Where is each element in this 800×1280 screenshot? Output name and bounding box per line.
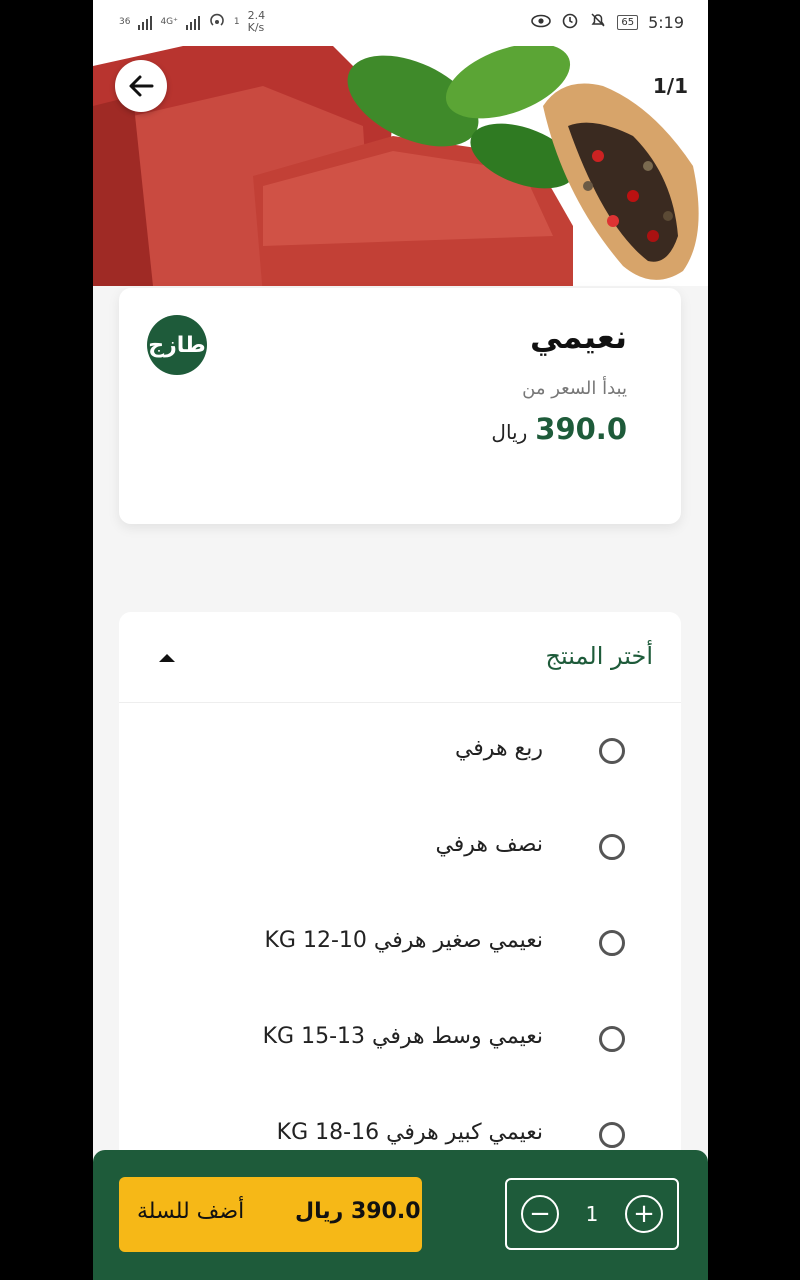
status-bar: 36 4G⁺ 1 2.4 K/s 65 5:19: [93, 0, 708, 46]
app-screen: 36 4G⁺ 1 2.4 K/s 65 5:19 1/1 طازج نعيمي …: [93, 0, 708, 1280]
hotspot-icon: [208, 12, 226, 32]
cart-bar: 390.0 ريال أضف للسلة − 1 +: [93, 1150, 708, 1280]
price-value: 390.0: [535, 412, 627, 446]
option-label: نعيمي وسط هرفي 13-15 KG: [262, 1024, 543, 1049]
eye-icon: [531, 13, 552, 32]
options-title: أختر المنتج: [545, 642, 653, 670]
option-label: نعيمي صغير هرفي 10-12 KG: [264, 928, 543, 953]
hotspot-count: 1: [233, 17, 240, 27]
battery-icon: 65: [617, 14, 639, 30]
product-card: طازج نعيمي يبدأ السعر من 390.0 ريال: [119, 288, 681, 524]
add-to-cart-button[interactable]: 390.0 ريال أضف للسلة: [119, 1177, 422, 1252]
signal-icon: [138, 14, 153, 30]
status-right: 65 5:19: [531, 11, 684, 33]
price-currency: ريال: [491, 420, 528, 444]
signal2-label: 4G⁺: [160, 17, 178, 27]
option-item[interactable]: نعيمي وسط هرفي 13-15 KG: [119, 1012, 681, 1072]
alarm-icon: [561, 11, 579, 33]
status-left: 36 4G⁺ 1 2.4 K/s: [119, 10, 265, 34]
product-price: 390.0 ريال: [491, 412, 627, 446]
network-speed: 2.4 K/s: [248, 10, 266, 34]
options-header[interactable]: أختر المنتج: [119, 612, 681, 703]
store-logo: طازج: [147, 315, 207, 375]
radio-button[interactable]: [599, 834, 625, 860]
option-label: نعيمي كبير هرفي 16-18 KG: [276, 1120, 543, 1145]
radio-button[interactable]: [599, 1026, 625, 1052]
radio-button[interactable]: [599, 930, 625, 956]
back-arrow-icon: [129, 75, 154, 97]
option-item[interactable]: نصف هرفي: [119, 820, 681, 880]
product-name: نعيمي: [530, 318, 627, 356]
clock: 5:19: [648, 12, 684, 32]
price-from-label: يبدأ السعر من: [522, 378, 627, 399]
quantity-stepper: − 1 +: [505, 1178, 679, 1250]
image-counter: 1/1: [652, 74, 688, 98]
signal1-label: 36: [119, 17, 131, 27]
option-label: ربع هرفي: [454, 736, 543, 761]
option-item[interactable]: ربع هرفي: [119, 724, 681, 784]
add-to-cart-label: أضف للسلة: [137, 1199, 245, 1224]
mute-icon: [589, 11, 607, 33]
radio-button[interactable]: [599, 1122, 625, 1148]
plus-icon[interactable]: +: [625, 1195, 663, 1233]
radio-button[interactable]: [599, 738, 625, 764]
signal-icon-2: [185, 14, 200, 30]
speed-unit: K/s: [247, 21, 265, 34]
option-label: نصف هرفي: [435, 832, 543, 857]
caret-up-icon[interactable]: [159, 654, 175, 662]
product-options: أختر المنتج ربع هرفي نصف هرفي نعيمي صغير…: [119, 612, 681, 1172]
back-button[interactable]: [115, 60, 167, 112]
cart-total: 390.0 ريال: [295, 1199, 421, 1224]
option-item[interactable]: نعيمي صغير هرفي 10-12 KG: [119, 916, 681, 976]
